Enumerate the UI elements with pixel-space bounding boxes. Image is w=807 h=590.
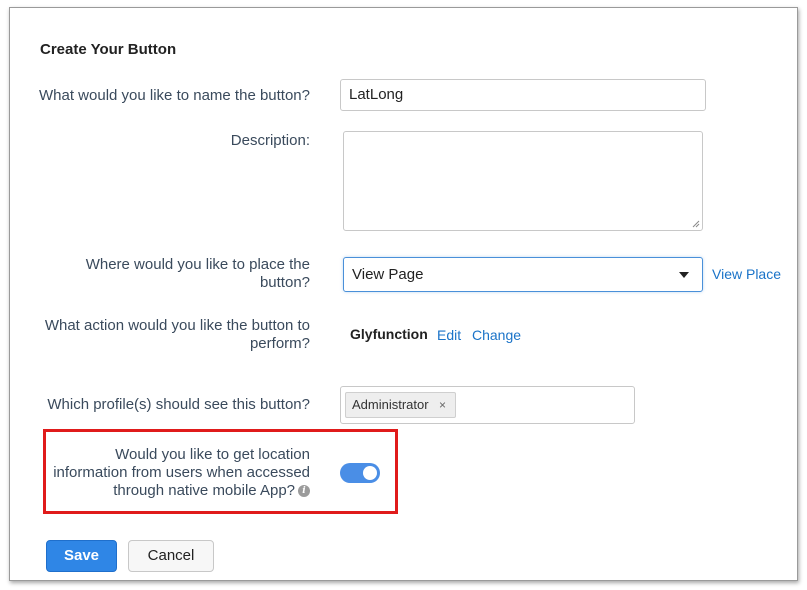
- action-label-line2: perform?: [249, 335, 310, 352]
- location-label-line2: information from users when accessed: [53, 464, 310, 481]
- page-title: Create Your Button: [40, 41, 177, 58]
- edit-link[interactable]: Edit: [437, 327, 461, 343]
- location-toggle[interactable]: [340, 463, 380, 483]
- placement-selected-value: View Page: [352, 266, 424, 283]
- location-label-line1: Would you like to get location: [115, 446, 310, 463]
- resize-handle-icon[interactable]: [692, 220, 700, 228]
- profiles-input[interactable]: Administrator ×: [340, 386, 635, 424]
- save-button[interactable]: Save: [46, 540, 117, 572]
- placement-select[interactable]: View Page: [343, 257, 703, 292]
- name-input-value: LatLong: [349, 86, 404, 103]
- toggle-knob: [363, 466, 377, 480]
- location-label-line3-text: through native mobile App?: [113, 482, 295, 499]
- cancel-button[interactable]: Cancel: [128, 540, 214, 572]
- placement-label: Where would you like to place the button…: [30, 256, 310, 292]
- caret-down-icon: [679, 272, 689, 278]
- name-label: What would you like to name the button?: [39, 87, 310, 104]
- description-label: Description:: [230, 132, 310, 149]
- placement-label-line2: button?: [259, 274, 310, 291]
- name-input[interactable]: LatLong: [340, 79, 706, 111]
- location-label: Would you like to get location informati…: [30, 446, 310, 500]
- close-icon[interactable]: ×: [439, 393, 446, 417]
- location-label-line3: through native mobile App? i: [30, 482, 310, 500]
- profile-tag-label: Administrator: [352, 397, 429, 412]
- placement-label-line1: Where would you like to place the: [85, 256, 310, 273]
- function-name: Glyfunction: [350, 326, 428, 342]
- action-label: What action would you like the button to…: [30, 317, 310, 353]
- info-icon[interactable]: i: [298, 485, 310, 498]
- view-place-link[interactable]: View Place: [712, 266, 781, 282]
- action-label-line1: What action would you like the button to: [44, 317, 310, 334]
- description-textarea[interactable]: [343, 131, 703, 231]
- profiles-label: Which profile(s) should see this button?: [47, 396, 310, 413]
- profile-tag: Administrator ×: [345, 392, 456, 418]
- change-link[interactable]: Change: [472, 327, 521, 343]
